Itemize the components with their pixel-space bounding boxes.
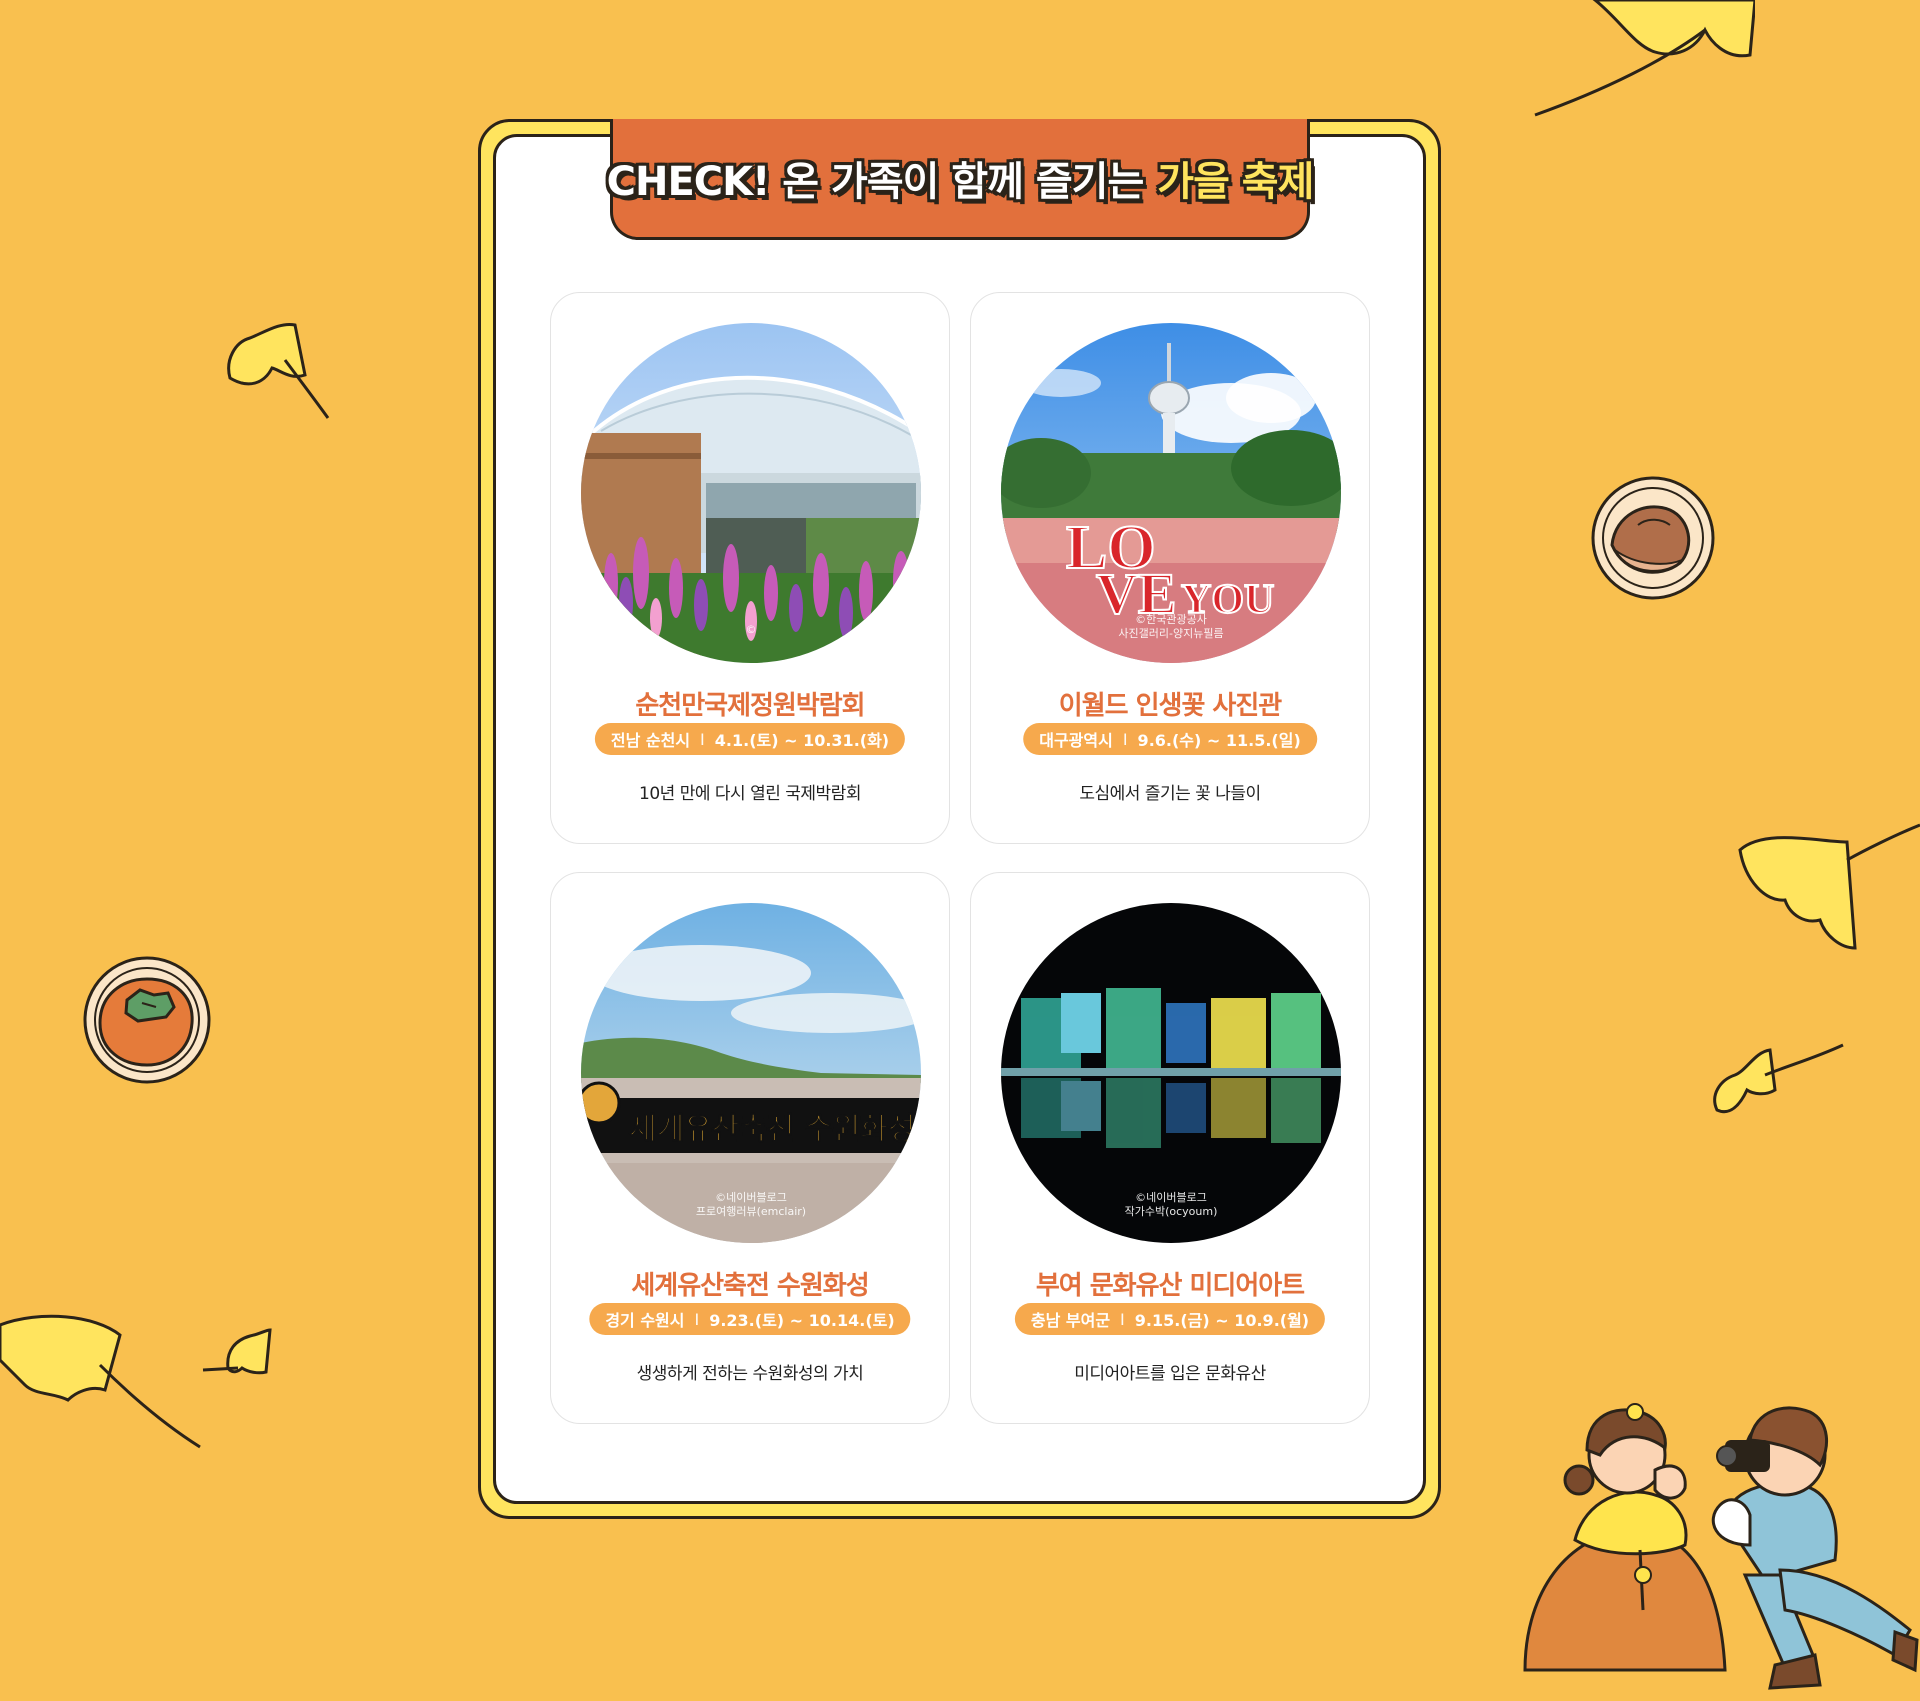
credit-line-2: 사진갤러리-양지뉴필름 [1118, 627, 1224, 640]
chestnut-plate-icon [1591, 476, 1715, 600]
festival-photo: © [581, 323, 921, 663]
festival-photo: LO VE YOU ©한국관광공사 사진갤러리-양지뉴필름 [1001, 323, 1341, 663]
card-description: 도심에서 즐기는 꽃 나들이 [1079, 784, 1261, 804]
separator: I [1120, 1309, 1125, 1329]
festival-card-eworld[interactable]: LO VE YOU ©한국관광공사 사진갤러리-양지뉴필름 이월드 인생꽃 사진… [970, 292, 1370, 844]
separator: I [694, 1309, 700, 1329]
photo-credit: ©한국관광공사 사진갤러리-양지뉴필름 [1001, 613, 1341, 641]
credit-line-1: ©한국관광공사 [1135, 613, 1207, 626]
ginkgo-leaf-icon [227, 322, 330, 419]
ginkgo-leaf-icon [1713, 1043, 1844, 1114]
festival-photo: 세계유산축전 수원화성 ©네이버블로그 프로여행러뷰(emclair) [581, 903, 921, 1243]
card-description: 생생하게 전하는 수원화성의 가치 [636, 1364, 864, 1384]
persimmon-plate-icon [83, 956, 211, 1084]
credit-line-1: ©네이버블로그 [1135, 1191, 1207, 1204]
photo-credit: ©네이버블로그 프로여행러뷰(emclair) [581, 1191, 921, 1219]
card-title: 부여 문화유산 미디어아트 [1035, 1271, 1305, 1301]
sign-text: 세계유산축전 수원화성 [629, 1112, 915, 1147]
credit-line-1: ©네이버블로그 [715, 1191, 787, 1204]
separator: I [1122, 729, 1128, 749]
period: 4.1.(토) ~ 10.31.(화) [714, 731, 890, 750]
location-date-pill: 경기 수원시 I 9.23.(토) ~ 10.14.(토) [589, 1303, 911, 1335]
period: 9.6.(수) ~ 11.5.(일) [1137, 731, 1301, 750]
ginkgo-leaf-icon [1738, 823, 1920, 950]
period: 9.15.(금) ~ 10.9.(월) [1134, 1311, 1310, 1330]
title-highlight: 가을 축제 [1157, 159, 1314, 205]
credit-line-1: © [745, 623, 757, 636]
card-description: 10년 만에 다시 열린 국제박람회 [639, 784, 861, 804]
region: 대구광역시 [1039, 731, 1113, 750]
region: 경기 수원시 [605, 1311, 685, 1330]
credit-line-2: 작가수박(ocyoum) [1124, 1205, 1218, 1218]
location-date-pill: 전남 순천시 I 4.1.(토) ~ 10.31.(화) [594, 723, 906, 755]
photo-credit: ©네이버블로그 작가수박(ocyoum) [1001, 1191, 1341, 1219]
festival-card-suncheon[interactable]: © 순천만국제정원박람회 전남 순천시 I 4.1.(토) ~ 10.31.(화… [550, 292, 950, 844]
region: 충남 부여군 [1030, 1311, 1111, 1330]
ginkgo-leaf-icon [1534, 0, 1755, 117]
card-description: 미디어아트를 입은 문화유산 [1074, 1364, 1266, 1384]
photo-credit: © [581, 623, 921, 637]
title-prefix: CHECK! 온 가족이 함께 즐기는 [606, 159, 1145, 205]
festival-card-suwon-hwaseong[interactable]: 세계유산축전 수원화성 ©네이버블로그 프로여행러뷰(emclair) 세계유산… [550, 872, 950, 1424]
location-date-pill: 대구광역시 I 9.6.(수) ~ 11.5.(일) [1023, 723, 1317, 755]
period: 9.23.(토) ~ 10.14.(토) [709, 1311, 895, 1330]
ginkgo-leaf-icon [202, 1328, 272, 1375]
card-title: 순천만국제정원박람회 [635, 691, 865, 721]
location-date-pill: 충남 부여군 I 9.15.(금) ~ 10.9.(월) [1014, 1303, 1326, 1335]
region: 전남 순천시 [610, 731, 691, 750]
page-title: CHECK! 온 가족이 함께 즐기는 가을 축제 [606, 119, 1314, 240]
card-title: 이월드 인생꽃 사진관 [1058, 691, 1282, 721]
card-title: 세계유산축전 수원화성 [631, 1271, 869, 1301]
separator: I [700, 729, 705, 749]
festival-card-buyeo-media-art[interactable]: ©네이버블로그 작가수박(ocyoum) 부여 문화유산 미디어아트 충남 부여… [970, 872, 1370, 1424]
credit-line-2: 프로여행러뷰(emclair) [695, 1205, 807, 1218]
couple-illustration-icon [1523, 1403, 1919, 1690]
ginkgo-leaf-icon [0, 1314, 201, 1449]
festival-photo: ©네이버블로그 작가수박(ocyoum) [1001, 903, 1341, 1243]
